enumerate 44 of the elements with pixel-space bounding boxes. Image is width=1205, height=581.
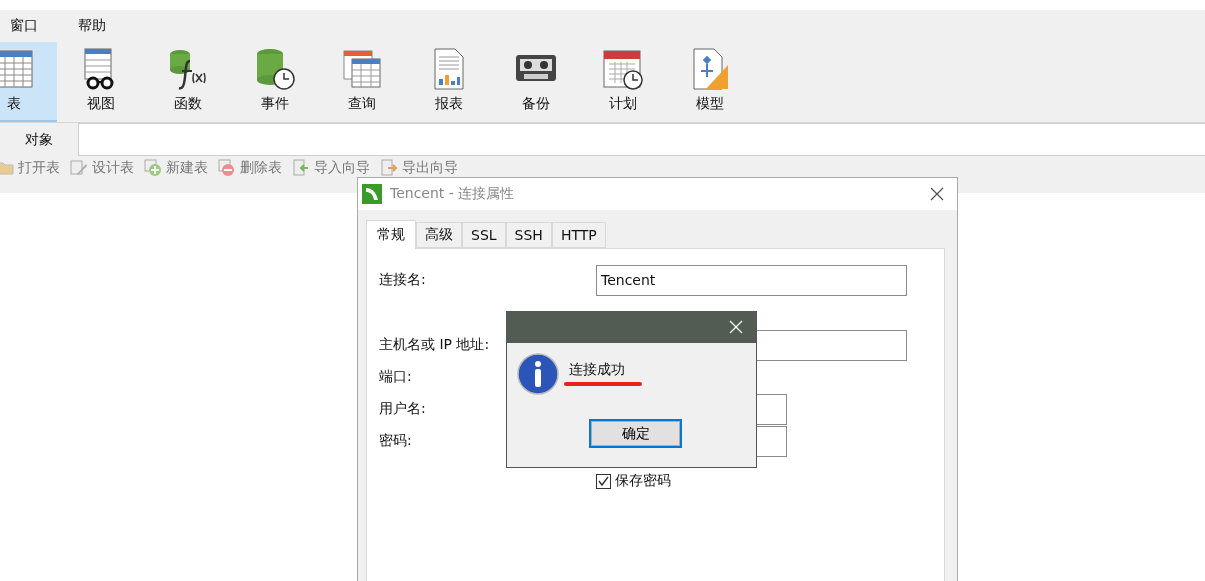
dialog-tab[interactable]: SSH <box>505 222 552 248</box>
field-label: 主机名或 IP 地址: <box>379 336 490 354</box>
ribbon-button[interactable]: 函数 <box>144 42 231 122</box>
ribbon-button[interactable]: 表 <box>0 42 57 122</box>
message-text: 连接成功 <box>569 361 625 379</box>
ok-button[interactable]: 确定 <box>589 419 682 448</box>
dialog-tab[interactable]: 高级 <box>416 222 462 248</box>
calendar-clock-icon <box>600 47 645 91</box>
toolbar-button[interactable]: 新建表 <box>144 159 208 177</box>
toolbar-button[interactable]: 导出向导 <box>380 159 458 177</box>
ribbon-button[interactable]: 查询 <box>318 42 405 122</box>
dialog-tab[interactable]: HTTP <box>551 222 606 248</box>
toolbar-button[interactable]: 导入向导 <box>292 159 370 177</box>
ribbon-button[interactable]: 计划 <box>579 42 666 122</box>
close-icon <box>729 320 743 334</box>
ribbon-button[interactable]: 模型 <box>666 42 753 122</box>
field-label: 密码: <box>379 432 412 450</box>
plus-icon <box>144 159 162 177</box>
app-logo-icon <box>362 184 382 204</box>
folder-icon <box>0 159 14 177</box>
field-label: 用户名: <box>379 400 426 418</box>
field-label: 连接名: <box>379 271 426 289</box>
menu-item[interactable]: 窗口 <box>10 17 38 35</box>
checkbox-label: 保存密码 <box>615 472 671 490</box>
import-icon <box>292 159 310 177</box>
pencil-icon <box>70 159 88 177</box>
minus-icon <box>218 159 236 177</box>
ribbon-button[interactable]: 报表 <box>405 42 492 122</box>
table-icon <box>0 47 36 91</box>
dialog-tab[interactable]: SSL <box>462 222 506 248</box>
close-icon <box>930 187 944 201</box>
toolbar-button[interactable]: 设计表 <box>70 159 134 177</box>
ribbon-button[interactable]: 备份 <box>492 42 579 122</box>
checkbox[interactable] <box>596 473 611 489</box>
toolbar-button[interactable]: 打开表 <box>0 159 60 177</box>
dialog-title: Tencent - 连接属性 <box>390 185 516 203</box>
field-label: 端口: <box>379 368 412 386</box>
ribbon-button[interactable]: 事件 <box>231 42 318 122</box>
info-icon <box>517 353 559 395</box>
dialog-tab[interactable]: 常规 <box>366 220 416 249</box>
menu-item[interactable]: 帮助 <box>78 17 106 35</box>
ribbon-button[interactable]: 视图 <box>57 42 144 122</box>
toolbar-button[interactable]: 删除表 <box>218 159 282 177</box>
input-field[interactable]: Tencent <box>596 264 907 296</box>
